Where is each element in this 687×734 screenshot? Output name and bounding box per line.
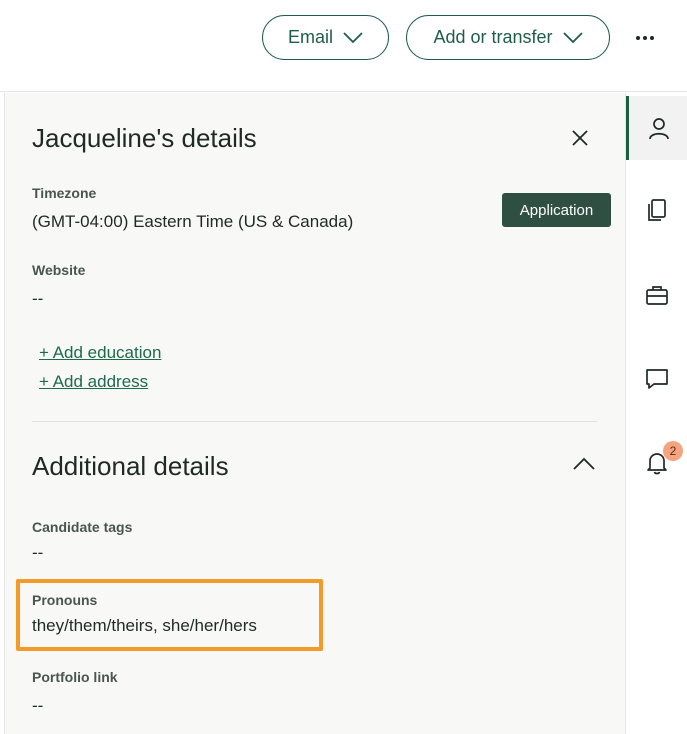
person-icon [648, 118, 669, 140]
email-button[interactable]: Email [262, 15, 389, 60]
rail-item-messages[interactable] [626, 347, 687, 411]
briefcase-icon [646, 286, 668, 305]
website-value: -- [32, 289, 44, 308]
details-panel: Jacqueline's details Timezone (GMT-04:00… [4, 93, 625, 734]
pronouns-highlight [16, 579, 323, 651]
add-or-transfer-label: Add or transfer [433, 27, 553, 47]
chevron-down-icon [562, 31, 583, 43]
chevron-up-icon[interactable] [571, 453, 597, 475]
details-title: Jacqueline's details [32, 123, 257, 153]
close-icon[interactable] [569, 127, 591, 149]
rail-item-jobs[interactable] [626, 263, 687, 327]
timezone-value: (GMT-04:00) Eastern Time (US & Canada) [32, 212, 354, 231]
portfolio-link-label: Portfolio link [32, 669, 118, 685]
rail-item-notifications[interactable]: 2 [626, 431, 687, 495]
email-button-label: Email [287, 27, 333, 47]
candidate-tags-label: Candidate tags [32, 519, 133, 535]
documents-icon [648, 199, 666, 221]
additional-details-title: Additional details [32, 451, 229, 481]
add-or-transfer-button[interactable]: Add or transfer [406, 15, 610, 60]
timezone-label: Timezone [32, 185, 97, 201]
rail-item-documents[interactable] [626, 178, 687, 242]
add-education-link[interactable]: + Add education [39, 343, 161, 363]
portfolio-link-value: -- [32, 696, 44, 715]
pronouns-label: Pronouns [32, 592, 98, 608]
more-options-icon[interactable] [630, 24, 660, 52]
pronouns-value: they/them/theirs, she/her/hers [32, 616, 257, 635]
add-address-link[interactable]: + Add address [39, 372, 148, 392]
top-bar: Email Add or transfer [0, 0, 687, 92]
chat-icon [646, 369, 668, 389]
section-divider [32, 421, 597, 422]
side-rail: 2 [625, 93, 687, 734]
candidate-tags-value: -- [32, 543, 44, 562]
notification-count-badge: 2 [663, 441, 683, 461]
chevron-down-icon [343, 31, 363, 43]
website-label: Website [32, 262, 86, 278]
application-badge: Application [502, 193, 611, 227]
rail-item-profile[interactable] [626, 96, 687, 160]
